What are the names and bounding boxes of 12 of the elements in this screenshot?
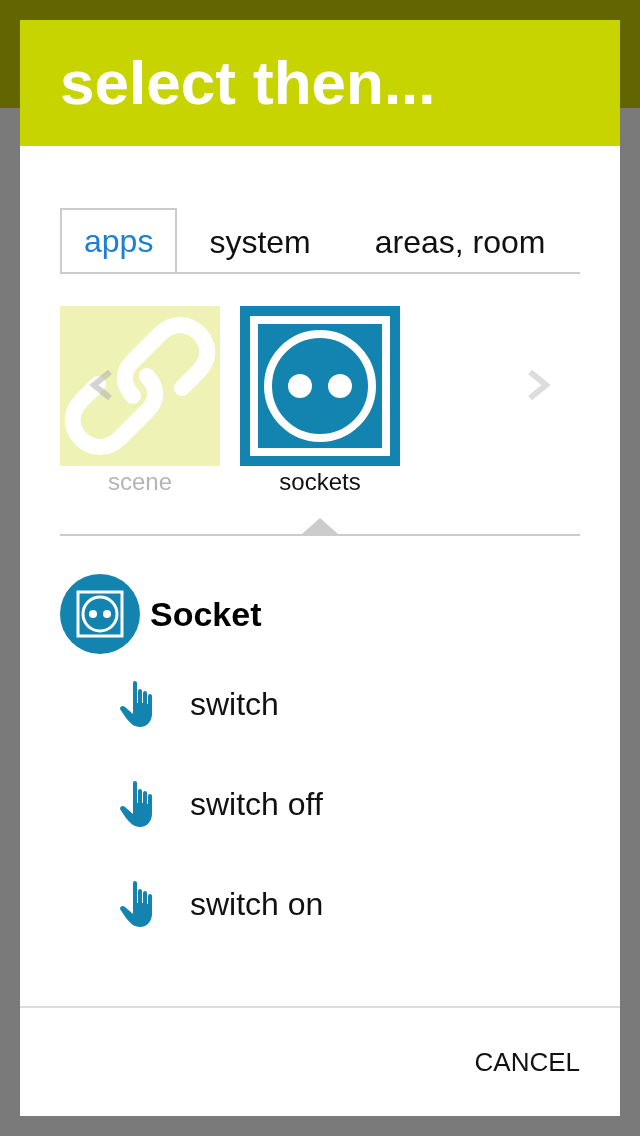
tab[interactable]: apps (60, 208, 178, 272)
dialog-title: select then... (60, 52, 436, 114)
tile-label: scene (107, 468, 172, 496)
app-tile[interactable] (240, 306, 400, 466)
action-item[interactable]: switch on (60, 854, 580, 954)
action-item[interactable]: switch off (60, 754, 580, 854)
cancel-button[interactable]: CANCEL (474, 1046, 580, 1078)
socket-icon (60, 574, 140, 654)
action-item[interactable]: switch (60, 654, 580, 754)
tile-label: sockets (279, 468, 361, 496)
app-tile[interactable] (60, 306, 220, 466)
group-title: Socket (150, 594, 262, 634)
